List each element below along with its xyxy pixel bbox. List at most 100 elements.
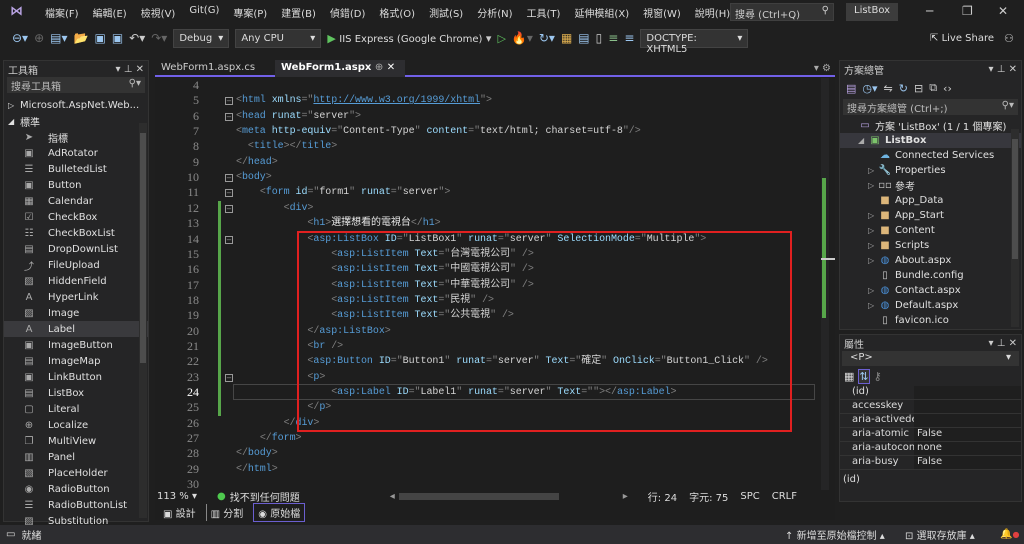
expand-icon[interactable]: ▷	[868, 256, 878, 265]
collapse-icon[interactable]: −	[225, 189, 233, 198]
toolbox-item-hiddenfield[interactable]: ▨ HiddenField	[4, 273, 148, 289]
doctype-select[interactable]: DOCTYPE: XHTML5 ▾	[640, 28, 749, 55]
property-value[interactable]	[914, 400, 1021, 413]
property-row[interactable]: aria-autocomplnone	[840, 442, 1021, 456]
panel-controls[interactable]: ▾ ⊥ ✕	[989, 338, 1017, 349]
issues-status[interactable]: 找不到任何問題	[230, 489, 300, 504]
account-icon[interactable]: ⚇	[1004, 32, 1014, 45]
tab-design[interactable]: ▣ 設計	[159, 504, 200, 521]
toolbox-item-imagemap[interactable]: ▤ ImageMap	[4, 353, 148, 369]
code-line[interactable]: </html>	[236, 462, 278, 477]
hot-reload-icon[interactable]: 🔥▾	[512, 31, 533, 45]
property-value[interactable]: False	[914, 428, 1021, 441]
browse-icon[interactable]: ▦	[561, 31, 572, 45]
collapse-icon[interactable]: −	[225, 235, 233, 244]
horizontal-scrollbar[interactable]	[398, 492, 559, 500]
code-line[interactable]: <div>	[236, 201, 314, 216]
property-row[interactable]: aria-activedesce	[840, 414, 1021, 428]
menu-item[interactable]: 工具(T)	[520, 5, 568, 20]
collapse-icon[interactable]: −	[225, 112, 233, 121]
property-pages-icon[interactable]: ⚷	[874, 370, 882, 383]
live-share-button[interactable]: ⇱ Live Share	[930, 33, 994, 44]
scrollbar-thumb[interactable]	[1012, 139, 1018, 259]
property-row[interactable]: aria-busy False	[840, 456, 1021, 470]
alphabetical-icon[interactable]: ⇅	[858, 368, 870, 384]
tab-source[interactable]: ◉ 原始檔	[253, 502, 306, 522]
toolbox-item-listbox[interactable]: ▤ ListBox	[4, 385, 148, 401]
toolbox-item-radiobutton[interactable]: ◉ RadioButton	[4, 481, 148, 497]
toolbox-item-image[interactable]: ▨ Image	[4, 305, 148, 321]
property-value[interactable]	[914, 386, 1021, 399]
solution-item[interactable]: ▷ ◍ Default.aspx	[840, 298, 1021, 313]
solution-item[interactable]: ◢ ▣ ListBox	[840, 133, 1021, 148]
start-without-debugging-icon[interactable]: ▷	[497, 32, 505, 45]
code-area[interactable]: 4 5 <html xmlns="http://www.w3.org/1999/xh…	[155, 78, 821, 490]
solution-item[interactable]: ▯ Bundle.config	[840, 268, 1021, 283]
solution-item[interactable]: ▷ 🔧 Properties	[840, 163, 1021, 178]
code-line[interactable]: <form id="form1" runat="server">	[236, 185, 451, 200]
toolbox-search-input[interactable]: 搜尋工具箱 ⚲▾	[7, 77, 145, 93]
code-line[interactable]: <head runat="server">	[236, 109, 361, 124]
expand-icon[interactable]: ▷	[868, 211, 878, 220]
solution-item[interactable]: ▷ ▫▫ 參考	[840, 178, 1021, 193]
solution-item[interactable]: ▷ ■ App_Start	[840, 208, 1021, 223]
collapse-icon[interactable]: −	[225, 174, 233, 183]
menu-item[interactable]: Git(G)	[182, 5, 226, 20]
property-row[interactable]: accesskey	[840, 400, 1021, 414]
solution-scrollbar[interactable]	[1011, 129, 1019, 327]
collapse-icon[interactable]: −	[225, 204, 233, 213]
menu-item[interactable]: 專案(P)	[226, 5, 274, 20]
save-all-icon[interactable]: ▣	[112, 31, 123, 45]
code-line[interactable]: </form>	[236, 431, 302, 446]
scroll-left-icon[interactable]: ◂	[390, 491, 395, 502]
expand-icon[interactable]: ▷	[868, 301, 878, 310]
property-value[interactable]	[914, 414, 1021, 427]
zoom-select[interactable]: 113 % ▾	[155, 491, 203, 502]
undo-icon[interactable]: ↶▾	[129, 31, 145, 45]
menu-item[interactable]: 編輯(E)	[86, 5, 134, 20]
toolbox-item-panel[interactable]: ▥ Panel	[4, 449, 148, 465]
document-icon[interactable]: ▯	[596, 31, 603, 45]
menu-item[interactable]: 偵錯(D)	[323, 5, 373, 20]
switch-views-icon[interactable]: ▤	[846, 82, 856, 95]
solution-item[interactable]: ▷ ■ Scripts	[840, 238, 1021, 253]
solution-item[interactable]: ▷ ◍ Contact.aspx	[840, 283, 1021, 298]
select-repository-button[interactable]: ⊡ 選取存放庫 ▴	[905, 527, 975, 542]
expand-icon[interactable]: ▷	[868, 181, 878, 190]
expand-icon[interactable]: ▷	[868, 166, 878, 175]
toolbox-group-aspnet[interactable]: ▷ Microsoft.AspNet.Web...	[4, 97, 148, 113]
tab-split[interactable]: ▥ 分割	[205, 503, 248, 521]
toolbox-item-literal[interactable]: ▢ Literal	[4, 401, 148, 417]
toolbox-item-label[interactable]: A Label	[4, 321, 148, 337]
menu-item[interactable]: 測試(S)	[422, 5, 470, 20]
menu-item[interactable]: 檢視(V)	[134, 5, 183, 20]
expand-icon[interactable]: ▷	[868, 286, 878, 295]
toolbox-item-adrotator[interactable]: ▣ AdRotator	[4, 145, 148, 161]
scroll-right-icon[interactable]: ▸	[623, 491, 628, 502]
tab-options-icon[interactable]: ▾ ⚙	[814, 63, 831, 74]
uncomment-icon[interactable]: ≡	[624, 31, 634, 45]
collapse-all-icon[interactable]: ⊟	[914, 82, 923, 95]
show-all-files-icon[interactable]: ⧉	[929, 81, 937, 95]
solution-item[interactable]: ▯ favicon.ico	[840, 313, 1021, 328]
code-line[interactable]: <html xmlns="http://www.w3.org/1999/xhtm…	[236, 93, 492, 108]
panel-controls[interactable]: ▾ ⊥ ✕	[989, 64, 1017, 75]
menu-item[interactable]: 延伸模組(X)	[567, 5, 636, 20]
menu-item[interactable]: 分析(N)	[470, 5, 519, 20]
property-row[interactable]: (id)	[840, 386, 1021, 400]
code-line[interactable]: </head>	[236, 155, 278, 170]
pending-changes-icon[interactable]: ◷▾	[862, 82, 877, 95]
categorized-icon[interactable]: ▦	[844, 370, 854, 383]
toolbox-item-指標[interactable]: ➤ 指標	[4, 129, 148, 145]
scrollbar-thumb[interactable]	[140, 133, 146, 363]
solution-item[interactable]: ☁ Connected Services	[840, 148, 1021, 163]
toolbox-item-checkbox[interactable]: ☑ CheckBox	[4, 209, 148, 225]
editor-vertical-scrollbar[interactable]	[821, 78, 835, 490]
view-code-icon[interactable]: ‹›	[943, 82, 952, 95]
save-icon[interactable]: ▣	[94, 31, 105, 45]
expand-icon[interactable]: ▷	[868, 241, 878, 250]
property-row[interactable]: aria-atomic False	[840, 428, 1021, 442]
menu-item[interactable]: 建置(B)	[274, 5, 323, 20]
close-tab-icon[interactable]: ✕	[387, 62, 395, 73]
refresh-icon[interactable]: ↻	[899, 82, 908, 95]
